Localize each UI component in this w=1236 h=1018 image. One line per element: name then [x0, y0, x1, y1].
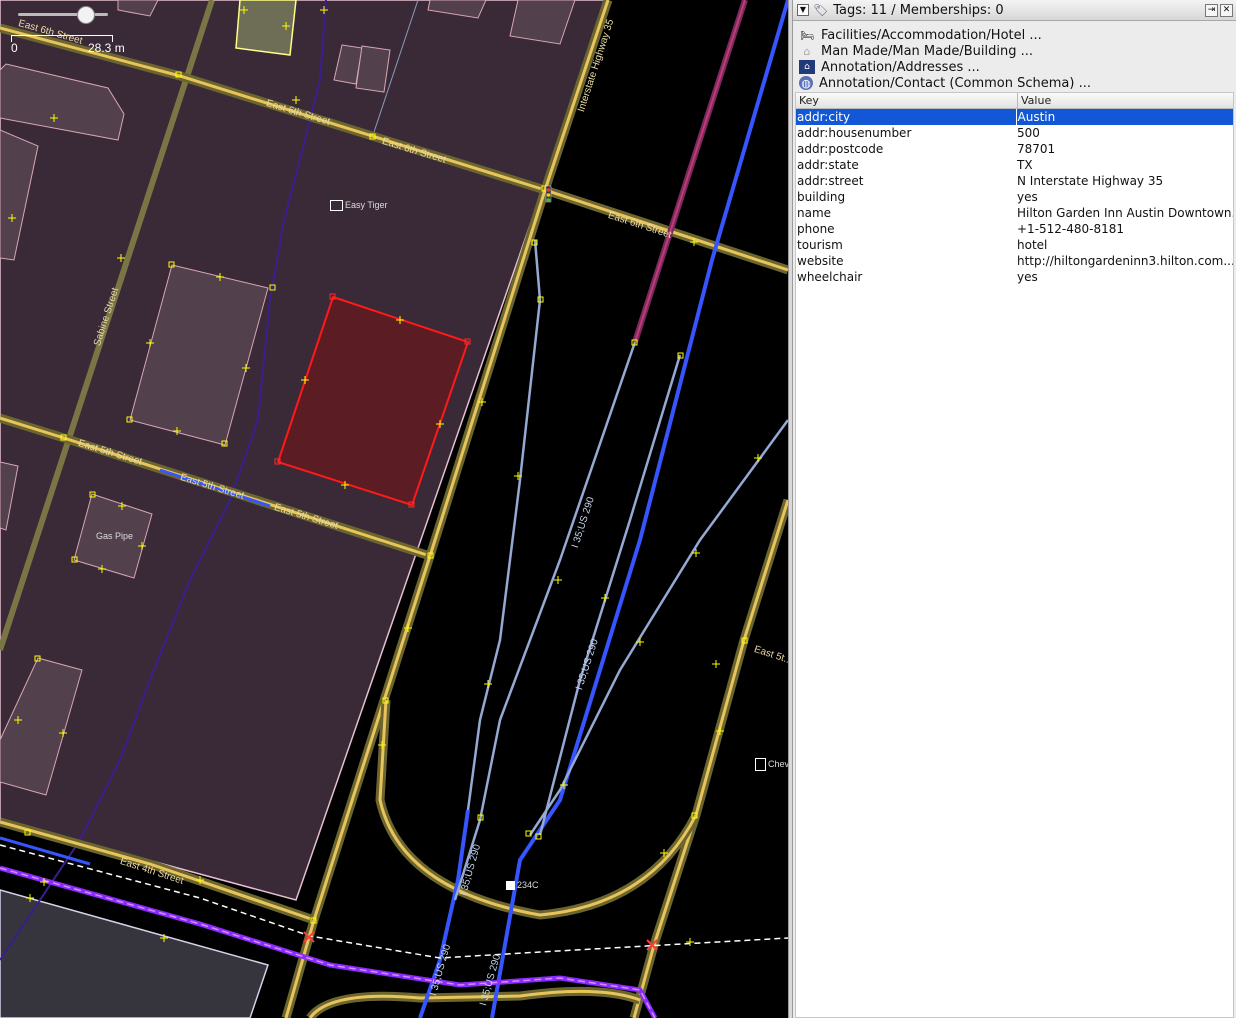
tag-row[interactable]: website http://hiltongardeninn3.hilton.co…	[796, 253, 1233, 269]
tags-panel: ▼ 🏷 Tags: 11 / Memberships: 0 ⇥ ✕ 🛏 Faci…	[793, 0, 1236, 1018]
tag-key[interactable]: addr:street	[796, 173, 1016, 189]
city-block-lower[interactable]	[0, 889, 269, 1018]
collapse-button[interactable]: ▼	[797, 4, 809, 16]
preset-list: 🛏 Facilities/Accommodation/Hotel ... ⌂ M…	[793, 21, 1236, 91]
tag-value[interactable]: hotel	[1016, 237, 1233, 253]
tag-value[interactable]: 78701	[1016, 141, 1233, 157]
tag-value[interactable]: Hilton Garden Inn Austin Downtown...	[1016, 205, 1233, 221]
map-view[interactable]: 0 28.3 m East 6th Street East 6th Street…	[0, 0, 788, 1018]
panel-title: Tags: 11 / Memberships: 0	[833, 2, 1004, 18]
tag-key[interactable]: addr:state	[796, 157, 1016, 173]
zoom-slider-knob[interactable]	[77, 6, 95, 24]
ramp[interactable]	[538, 354, 682, 836]
preset-link-hotel[interactable]: 🛏 Facilities/Accommodation/Hotel ...	[799, 27, 1236, 43]
preset-label: Annotation/Addresses ...	[821, 59, 980, 75]
tag-row[interactable]: addr:city Austin	[796, 109, 1233, 125]
bed-icon: 🛏	[800, 28, 814, 42]
poi-label: Easy Tiger	[345, 200, 388, 210]
preset-link-contact[interactable]: ◍ Annotation/Contact (Common Schema) ...	[799, 75, 1236, 91]
tag-table[interactable]: Key Value addr:city Austin addr:housenumb…	[795, 92, 1234, 1018]
preset-label: Man Made/Man Made/Building ...	[821, 43, 1033, 59]
tag-value[interactable]: N Interstate Highway 35	[1016, 173, 1233, 189]
poi-label: 234C	[517, 880, 539, 890]
tag-row[interactable]: tourism hotel	[796, 237, 1233, 253]
tag-row[interactable]: phone +1-512-480-8181	[796, 221, 1233, 237]
detach-button[interactable]: ⇥	[1205, 4, 1218, 17]
panel-title-bar: ▼ 🏷 Tags: 11 / Memberships: 0 ⇥ ✕	[793, 0, 1236, 21]
tag-key[interactable]: addr:city	[796, 109, 1016, 125]
tag-value[interactable]: yes	[1016, 269, 1233, 285]
tag-row[interactable]: name Hilton Garden Inn Austin Downtown...	[796, 205, 1233, 221]
poi-chevron[interactable]: Chev	[755, 758, 788, 771]
tag-value[interactable]: +1-512-480-8181	[1016, 221, 1233, 237]
tag-key[interactable]: name	[796, 205, 1016, 221]
tag-value[interactable]: TX	[1016, 157, 1233, 173]
tag-value[interactable]: Austin	[1015, 109, 1234, 125]
fuel-icon	[755, 758, 766, 771]
exit-icon	[506, 881, 515, 891]
poi-easy-tiger[interactable]: Easy Tiger	[330, 200, 388, 212]
key-column-header[interactable]: Key	[796, 93, 1018, 108]
tag-row[interactable]: addr:street N Interstate Highway 35	[796, 173, 1233, 189]
scale-distance-label: 28.3 m	[88, 41, 125, 55]
tag-icon: 🏷	[813, 3, 829, 17]
tag-key[interactable]: website	[796, 253, 1016, 269]
address-icon: ⌂	[799, 60, 815, 74]
poi-exit[interactable]: 234C	[506, 880, 539, 891]
tag-key[interactable]: building	[796, 189, 1016, 205]
tag-table-header: Key Value	[796, 93, 1233, 109]
building-icon: ⌂	[803, 44, 811, 58]
preset-link-building[interactable]: ⌂ Man Made/Man Made/Building ...	[799, 43, 1236, 59]
building[interactable]	[235, 0, 297, 56]
preset-link-addresses[interactable]: ⌂ Annotation/Addresses ...	[799, 59, 1236, 75]
tag-row[interactable]: addr:state TX	[796, 157, 1233, 173]
tag-row[interactable]: addr:postcode 78701	[796, 141, 1233, 157]
poi-label: Chev	[768, 758, 788, 769]
globe-icon: ◍	[799, 76, 813, 90]
scale-zero-label: 0	[11, 41, 18, 55]
tag-row[interactable]: wheelchair yes	[796, 269, 1233, 285]
value-column-header[interactable]: Value	[1018, 93, 1051, 108]
tag-value[interactable]: yes	[1016, 189, 1233, 205]
restaurant-icon	[330, 200, 343, 212]
tag-key[interactable]: wheelchair	[796, 269, 1016, 285]
tag-key[interactable]: phone	[796, 221, 1016, 237]
tag-value[interactable]: 500	[1016, 125, 1233, 141]
tag-key[interactable]: addr:postcode	[796, 141, 1016, 157]
preset-label: Facilities/Accommodation/Hotel ...	[821, 27, 1042, 43]
tag-row[interactable]: building yes	[796, 189, 1233, 205]
tag-key[interactable]: tourism	[796, 237, 1016, 253]
building[interactable]	[355, 45, 391, 93]
tag-row[interactable]: addr:housenumber 500	[796, 125, 1233, 141]
preset-label: Annotation/Contact (Common Schema) ...	[819, 75, 1092, 91]
tag-key[interactable]: addr:housenumber	[796, 125, 1016, 141]
poi-gas-pipe[interactable]: Gas Pipe	[96, 531, 133, 541]
close-icon[interactable]: ✕	[1220, 4, 1233, 17]
tag-value[interactable]: http://hiltongardeninn3.hilton.com...	[1016, 253, 1233, 269]
